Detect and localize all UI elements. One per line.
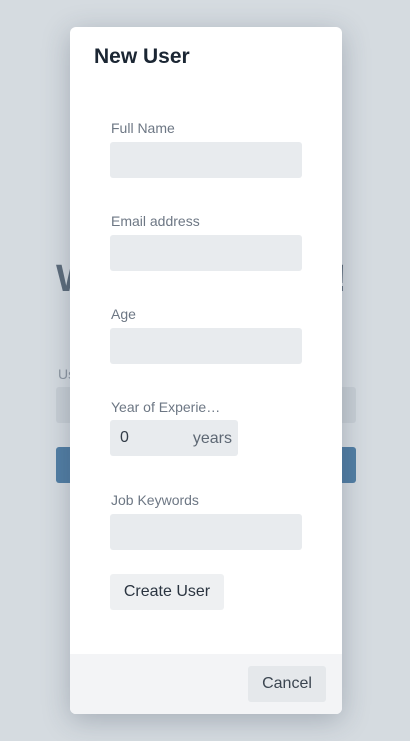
email-label: Email address	[111, 213, 200, 229]
full-name-label: Full Name	[111, 120, 175, 136]
experience-label: Year of Experie…	[111, 399, 221, 415]
age-label: Age	[111, 306, 136, 322]
new-user-dialog: New User Full Name Email address Age Yea…	[70, 27, 342, 714]
cancel-button[interactable]: Cancel	[248, 666, 326, 702]
experience-years-input[interactable]: 0 years	[110, 420, 238, 456]
job-keywords-label: Job Keywords	[111, 492, 199, 508]
job-keywords-input[interactable]	[110, 514, 302, 550]
experience-unit: years	[192, 430, 232, 447]
dialog-footer: Cancel	[70, 654, 342, 714]
full-name-input[interactable]	[110, 142, 302, 178]
create-user-button[interactable]: Create User	[110, 574, 224, 610]
dialog-title: New User	[94, 45, 190, 68]
age-input[interactable]	[110, 328, 302, 364]
experience-value[interactable]: 0	[120, 429, 129, 447]
email-input[interactable]	[110, 235, 302, 271]
